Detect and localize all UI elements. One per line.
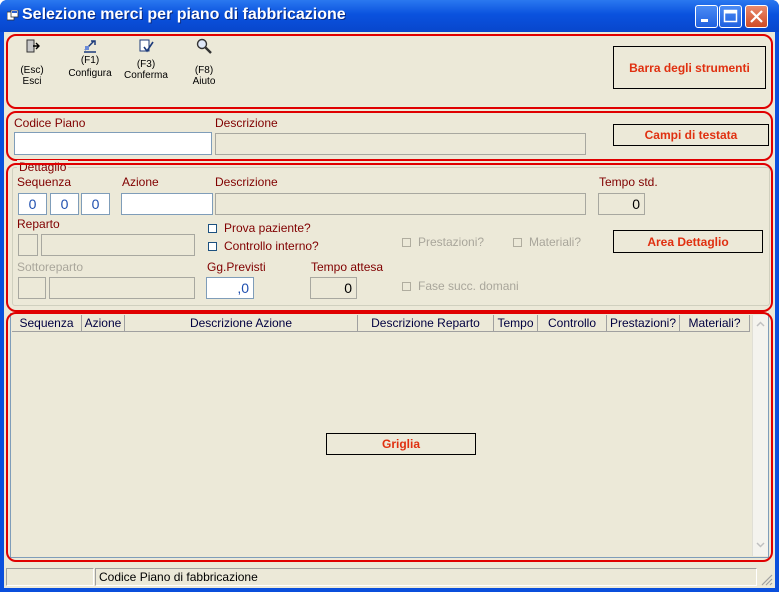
status-panel-1 bbox=[6, 568, 94, 586]
maximize-button[interactable] bbox=[719, 5, 742, 28]
window-title: Selezione merci per piano di fabbricazio… bbox=[22, 6, 346, 23]
window-client-area: (Esc) Esci (F1) Configura (F3) Conferma … bbox=[4, 32, 775, 588]
status-panel-2: Codice Piano di fabbricazione bbox=[95, 568, 757, 586]
close-icon bbox=[750, 10, 763, 23]
annotation-detail-area bbox=[6, 163, 773, 312]
maximize-icon bbox=[723, 9, 738, 23]
app-icon bbox=[7, 10, 19, 21]
application-window: Selezione merci per piano di fabbricazio… bbox=[0, 0, 779, 592]
title-bar[interactable]: Selezione merci per piano di fabbricazio… bbox=[0, 0, 779, 32]
close-button[interactable] bbox=[745, 5, 768, 28]
status-bar: Codice Piano di fabbricazione bbox=[4, 564, 775, 588]
resize-grip-icon[interactable] bbox=[759, 572, 773, 586]
annotation-header-area bbox=[6, 111, 773, 161]
minimize-button[interactable] bbox=[695, 5, 718, 28]
minimize-icon bbox=[701, 19, 708, 22]
annotation-toolbar-area bbox=[6, 34, 773, 109]
annotation-grid-area bbox=[6, 312, 773, 562]
